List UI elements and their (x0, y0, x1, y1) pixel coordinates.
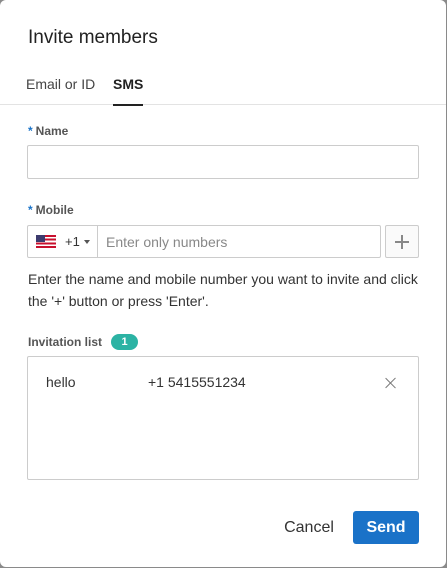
us-flag-icon (36, 235, 56, 248)
list-item: hello +1 5415551234 (28, 374, 418, 394)
caret-down-icon (83, 239, 90, 244)
name-label: * Name (28, 124, 68, 138)
invitation-list-label-text: Invitation list (28, 335, 103, 349)
invitation-count-badge: 1 (111, 334, 139, 350)
invite-members-dialog: Invite members Email or ID SMS * Name * Mo… (0, 0, 446, 567)
invitation-list: hello +1 5415551234 (27, 356, 419, 480)
plus-icon (395, 234, 409, 249)
name-label-text: Name (35, 124, 69, 138)
mobile-input-group: +1 Enter only numbers (27, 225, 381, 258)
mobile-number-input[interactable]: Enter only numbers (98, 234, 380, 250)
mobile-label: * Mobile (28, 203, 74, 217)
tab-email-or-id[interactable]: Email or ID (26, 76, 95, 105)
cancel-button[interactable]: Cancel (276, 512, 342, 544)
remove-invitee-close-icon[interactable] (385, 377, 397, 389)
dialog-title: Invite members (28, 27, 158, 48)
required-marker: * (28, 203, 33, 217)
invitation-list-label: Invitation list 1 (28, 334, 139, 350)
name-input[interactable] (27, 145, 419, 179)
send-button[interactable]: Send (353, 511, 419, 544)
tab-bar: Email or ID SMS (0, 66, 446, 106)
country-code: +1 (65, 234, 80, 249)
tab-sms[interactable]: SMS (113, 76, 144, 106)
required-marker: * (28, 124, 33, 138)
country-code-select[interactable]: +1 (28, 226, 98, 257)
add-member-button[interactable] (385, 225, 419, 258)
invitee-phone: +1 5415551234 (148, 374, 246, 390)
helper-text: Enter the name and mobile number you wan… (28, 271, 418, 309)
invitee-name: hello (46, 374, 76, 390)
mobile-label-text: Mobile (35, 203, 74, 217)
